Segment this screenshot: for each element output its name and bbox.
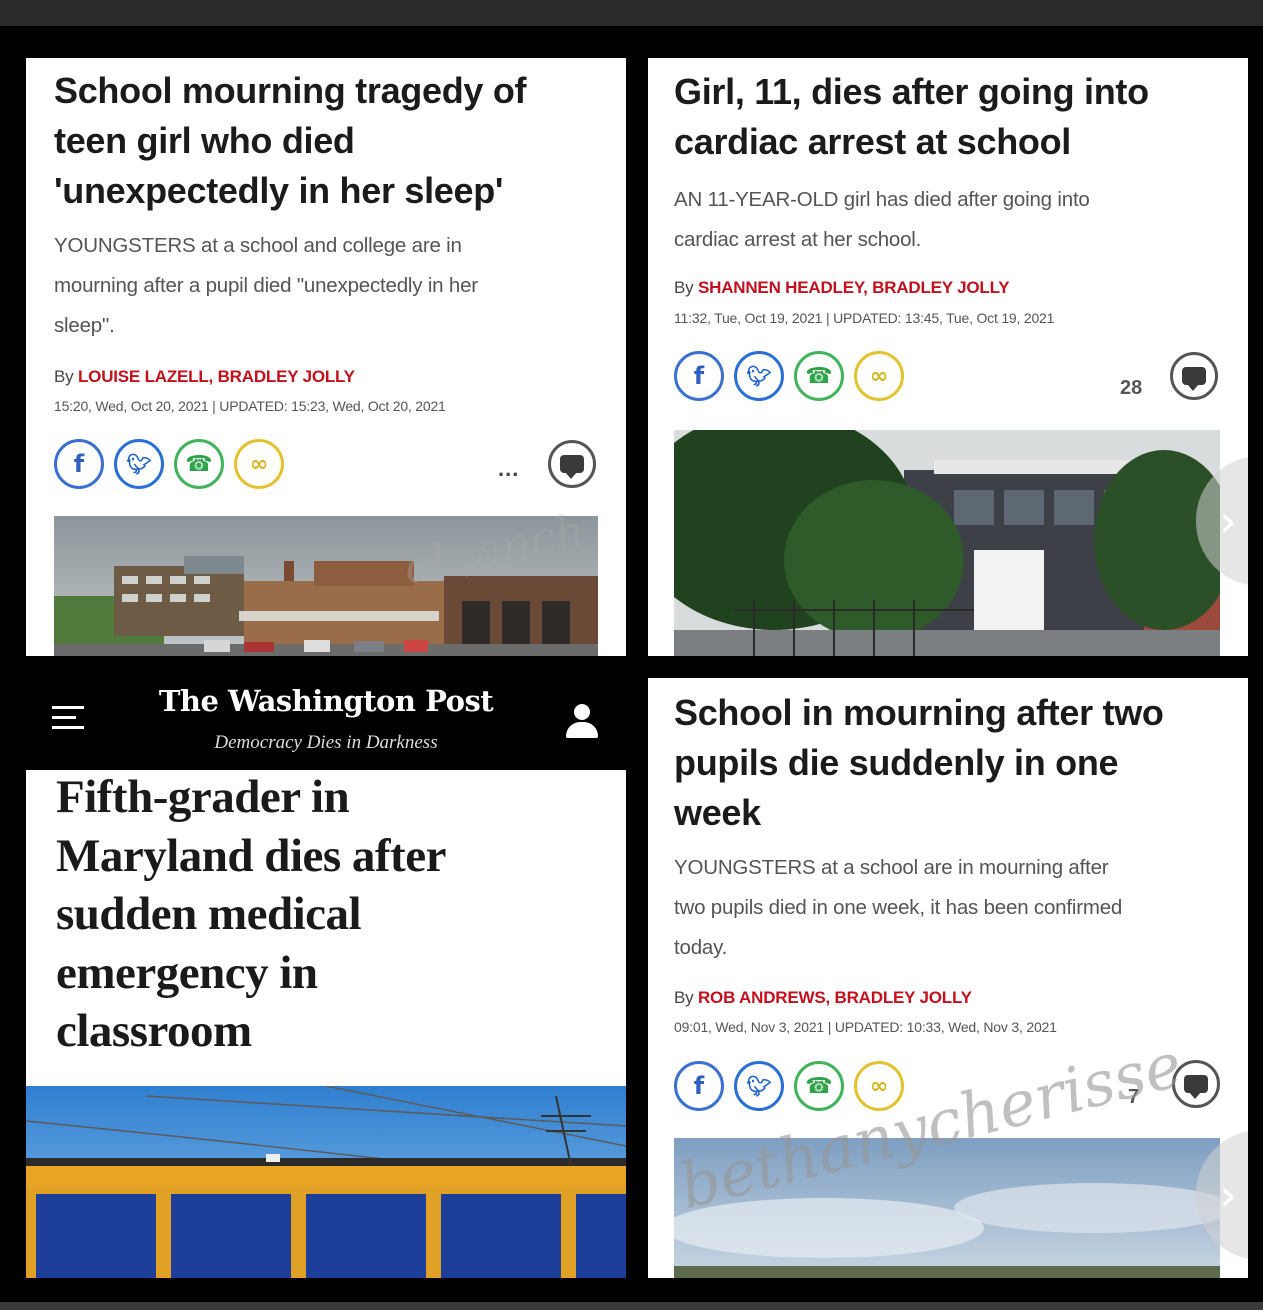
article-photo-school-bus	[26, 1086, 626, 1278]
whatsapp-icon[interactable]: ☎	[794, 351, 844, 401]
washington-post-header: The Washington Post Democracy Dies in Da…	[26, 658, 626, 770]
byline-authors[interactable]: LOUISE LAZELL, BRADLEY JOLLY	[78, 367, 355, 386]
headline-line: 'unexpectedly in her sleep'	[54, 170, 504, 211]
article-timestamp: 11:32, Tue, Oct 19, 2021 | UPDATED: 13:4…	[674, 310, 1055, 326]
share-buttons: f 🐦︎ ☎ ∞	[674, 351, 904, 401]
headline-line: week	[674, 792, 761, 833]
byline-prefix: By	[54, 367, 74, 386]
byline: By ROB ANDREWS, BRADLEY JOLLY	[674, 988, 972, 1008]
article-headline[interactable]: Fifth-grader in Maryland dies after sudd…	[56, 768, 616, 1061]
headline-line: cardiac arrest at school	[674, 121, 1071, 162]
facebook-icon[interactable]: f	[54, 439, 104, 489]
standfirst-line: mourning after a pupil died "unexpectedl…	[54, 274, 478, 297]
whatsapp-icon[interactable]: ☎	[794, 1061, 844, 1111]
article-photo-school-building	[674, 430, 1220, 656]
facebook-icon[interactable]: f	[674, 351, 724, 401]
standfirst-line: cardiac arrest at her school.	[674, 228, 922, 251]
user-account-icon[interactable]	[564, 704, 600, 740]
masthead-tagline: Democracy Dies in Darkness	[214, 732, 438, 753]
article-timestamp: 09:01, Wed, Nov 3, 2021 | UPDATED: 10:33…	[674, 1019, 1057, 1035]
byline-authors[interactable]: SHANNEN HEADLEY, BRADLEY JOLLY	[698, 278, 1010, 297]
comments-icon[interactable]	[548, 440, 596, 488]
article-standfirst: AN 11-YEAR-OLD girl has died after going…	[674, 180, 1090, 260]
twitter-icon[interactable]: 🐦︎	[114, 439, 164, 489]
standfirst-line: two pupils died in one week, it has been…	[674, 896, 1123, 919]
top-border	[0, 0, 1263, 26]
article-headline[interactable]: School in mourning after two pupils die …	[674, 688, 1164, 838]
headline-line: Maryland dies after	[56, 829, 446, 882]
headline-line: School in mourning after two	[674, 692, 1164, 733]
standfirst-line: today.	[674, 936, 728, 959]
twitter-icon[interactable]: 🐦︎	[734, 1061, 784, 1111]
headline-line: classroom	[56, 1005, 252, 1057]
byline-prefix: By	[674, 278, 694, 297]
byline-authors[interactable]: ROB ANDREWS, BRADLEY JOLLY	[698, 988, 972, 1007]
headline-line: Fifth-grader in	[56, 771, 350, 823]
headline-line: teen girl who died	[54, 120, 355, 161]
article-headline[interactable]: Girl, 11, dies after going into cardiac …	[674, 67, 1149, 167]
headline-line: Girl, 11, dies after going into	[674, 71, 1149, 112]
article-standfirst: YOUNGSTERS at a school and college are i…	[54, 226, 478, 346]
more-options-icon[interactable]: ...	[498, 456, 519, 482]
standfirst-line: AN 11-YEAR-OLD girl has died after going…	[674, 188, 1090, 211]
standfirst-line: sleep".	[54, 314, 115, 337]
byline: By LOUISE LAZELL, BRADLEY JOLLY	[54, 367, 355, 387]
whatsapp-icon[interactable]: ☎	[174, 439, 224, 489]
headline-line: sudden medical	[56, 888, 362, 940]
article-headline[interactable]: School mourning tragedy of teen girl who…	[54, 66, 527, 216]
byline: By SHANNEN HEADLEY, BRADLEY JOLLY	[674, 278, 1010, 298]
headline-line: pupils die suddenly in one	[674, 742, 1119, 783]
standfirst-line: YOUNGSTERS at a school and college are i…	[54, 234, 462, 257]
article-timestamp: 15:20, Wed, Oct 20, 2021 | UPDATED: 15:2…	[54, 398, 446, 414]
article-card-girl-cardiac-arrest: Girl, 11, dies after going into cardiac …	[648, 58, 1248, 656]
standfirst-line: YOUNGSTERS at a school are in mourning a…	[674, 856, 1109, 879]
headline-line: School mourning tragedy of	[54, 70, 527, 111]
comments-icon[interactable]	[1170, 352, 1218, 400]
article-standfirst: YOUNGSTERS at a school are in mourning a…	[674, 848, 1122, 968]
facebook-icon[interactable]: f	[674, 1061, 724, 1111]
masthead-logo[interactable]: The Washington Post	[26, 684, 626, 718]
byline-prefix: By	[674, 988, 694, 1007]
comment-count: 28	[1120, 377, 1143, 399]
twitter-icon[interactable]: 🐦︎	[734, 351, 784, 401]
link-icon[interactable]: ∞	[854, 351, 904, 401]
link-icon[interactable]: ∞	[234, 439, 284, 489]
share-buttons: f 🐦︎ ☎ ∞	[54, 439, 284, 489]
headline-line: emergency in	[56, 946, 318, 999]
bottom-border	[0, 1302, 1263, 1310]
